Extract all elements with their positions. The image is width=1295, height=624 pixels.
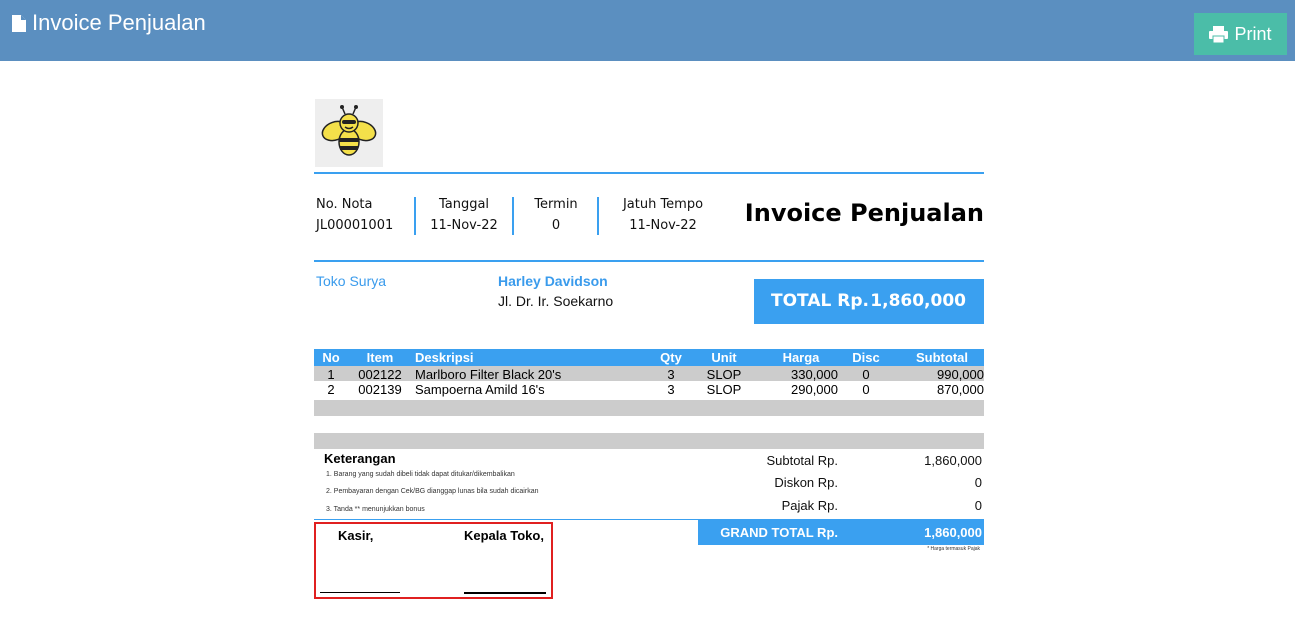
col-header-price: Harga	[782, 350, 820, 365]
no-nota-value: JL00001001	[316, 218, 394, 233]
termin: Termin 0	[514, 197, 598, 233]
printer-icon	[1209, 25, 1229, 43]
header-divider	[314, 172, 984, 174]
termin-label: Termin	[534, 197, 578, 212]
row-desc: Marlboro Filter Black 20's	[415, 367, 562, 382]
tax-value: 0	[974, 498, 982, 513]
shop-name: Toko Surya	[316, 273, 387, 289]
row-no: 1	[327, 367, 335, 382]
jatuh-tempo: Jatuh Tempo 11-Nov-22	[599, 197, 727, 233]
tax-note: * Harga termasuk Pajak	[927, 546, 980, 552]
grand-total-value: 1,860,000	[924, 525, 982, 540]
note-item: 1. Barang yang sudah dibeli tidak dapat …	[326, 471, 515, 478]
table-row: 1 002122 Marlboro Filter Black 20's 3 SL…	[314, 366, 984, 382]
tanggal-label: Tanggal	[438, 197, 490, 212]
page-title-text: Invoice Penjualan	[32, 10, 206, 35]
col-header-disc: Disc	[852, 350, 880, 365]
table-footer-band	[314, 433, 984, 449]
row-unit: SLOP	[706, 367, 742, 382]
grand-total-bar: GRAND TOTAL Rp. 1,860,000	[698, 520, 984, 545]
row-desc: Sampoerna Amild 16's	[415, 382, 545, 397]
items-table: No Item Deskripsi Qty Unit Harga Disc Su…	[314, 349, 984, 397]
meta-divider	[314, 260, 984, 262]
document-icon	[12, 14, 26, 32]
row-no: 2	[327, 382, 335, 397]
cashier-signature-line	[320, 592, 400, 593]
notes-title: Keterangan	[324, 451, 396, 466]
row-price: 290,000	[791, 382, 838, 397]
row-disc: 0	[862, 367, 870, 382]
tax-label: Pajak Rp.	[781, 498, 838, 513]
discount-value: 0	[974, 475, 982, 490]
no-nota-label: No. Nota	[316, 197, 373, 212]
subtotal-label: Subtotal Rp.	[766, 453, 838, 468]
customer-name: Harley Davidson	[498, 273, 608, 289]
grand-total-label: GRAND TOTAL Rp.	[720, 525, 838, 540]
page-title: Invoice Penjualan	[12, 10, 206, 36]
row-price: 330,000	[791, 367, 838, 382]
discount-label: Diskon Rp.	[774, 475, 838, 490]
col-header-qty: Qty	[660, 350, 682, 365]
col-header-no: No	[322, 350, 340, 365]
row-disc: 0	[862, 382, 870, 397]
row-unit: SLOP	[706, 382, 742, 397]
col-header-subtotal: Subtotal	[916, 350, 968, 365]
total-value: 1,860,000	[870, 291, 966, 311]
cashier-signature-label: Kasir,	[338, 528, 374, 543]
note-item: 3. Tanda ** menunjukkan bonus	[326, 506, 425, 513]
row-qty: 3	[667, 382, 675, 397]
manager-signature-label: Kepala Toko,	[464, 528, 544, 543]
empty-row-band	[314, 400, 984, 416]
print-button-label: Print	[1234, 23, 1272, 44]
tanggal-value: 11-Nov-22	[430, 218, 498, 233]
customer-address: Jl. Dr. Ir. Soekarno	[498, 293, 614, 309]
row-qty: 3	[667, 367, 675, 382]
manager-signature-line	[464, 592, 546, 594]
col-header-desc: Deskripsi	[415, 350, 474, 365]
invoice-title: Invoice Penjualan	[744, 199, 984, 227]
subtotal-value: 1,860,000	[924, 453, 982, 468]
table-row: 2 002139 Sampoerna Amild 16's 3 SLOP 290…	[314, 381, 984, 397]
row-subtotal: 870,000	[937, 382, 984, 397]
invoice-document: No. Nota JL00001001 Tanggal 11-Nov-22 Te…	[314, 98, 984, 608]
tanggal: Tanggal 11-Nov-22	[414, 197, 514, 233]
total-label: TOTAL Rp.	[771, 291, 869, 311]
col-header-unit: Unit	[711, 350, 737, 365]
row-item: 002122	[358, 367, 402, 382]
jatuh-tempo-label: Jatuh Tempo	[622, 197, 704, 212]
col-header-item: Item	[366, 350, 394, 365]
note-item: 2. Pembayaran dengan Cek/BG dianggap lun…	[326, 488, 539, 495]
items-table-header: No Item Deskripsi Qty Unit Harga Disc Su…	[314, 349, 984, 366]
jatuh-tempo-value: 11-Nov-22	[629, 218, 697, 233]
print-button[interactable]: Print	[1194, 13, 1287, 55]
total-box: TOTAL Rp. 1,860,000	[754, 279, 984, 324]
bee-logo	[315, 99, 383, 167]
signature-box: Kasir, Kepala Toko,	[314, 522, 553, 599]
row-item: 002139	[358, 382, 402, 397]
top-bar: Invoice Penjualan Print	[0, 0, 1295, 61]
row-subtotal: 990,000	[937, 367, 984, 382]
no-nota: No. Nota JL00001001	[316, 197, 393, 233]
termin-value: 0	[551, 218, 561, 233]
